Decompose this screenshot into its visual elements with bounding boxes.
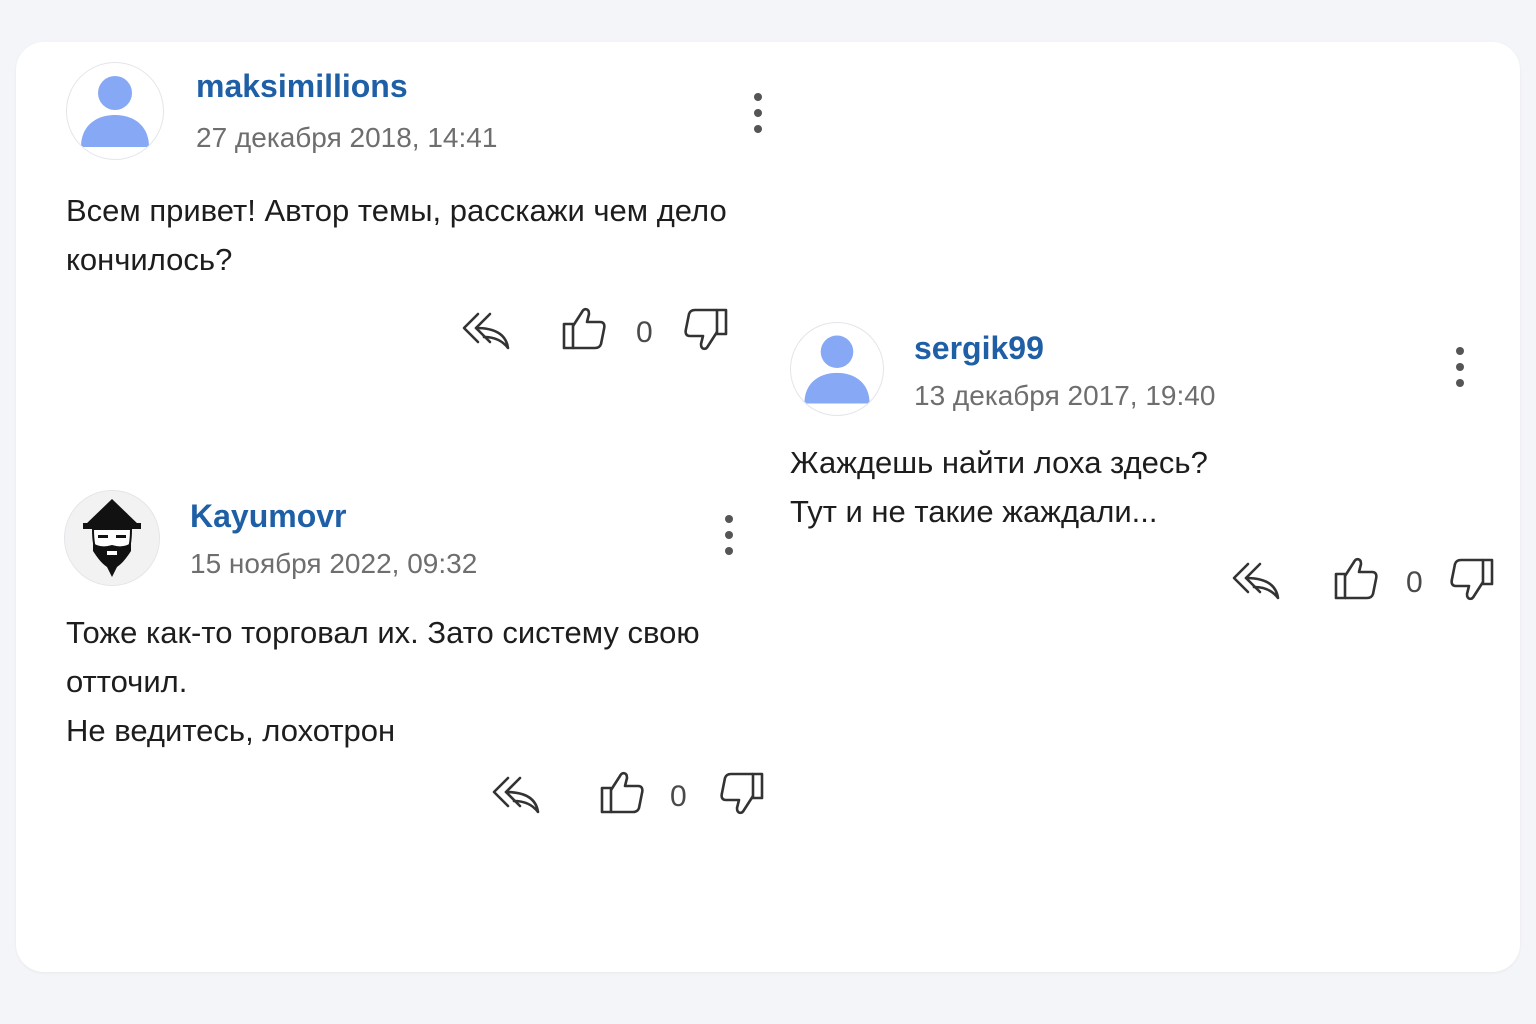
user-avatar[interactable] [790, 322, 884, 416]
more-vertical-icon [725, 515, 733, 555]
comment-actions: 0 [1232, 554, 1512, 610]
comment-actions: 0 [492, 768, 772, 824]
bearded-man-hat-avatar-icon [65, 491, 159, 585]
comment-text: Жаждешь найти лоха здесь? Тут и не такие… [790, 438, 1208, 536]
user-avatar[interactable] [64, 490, 160, 586]
thumbs-down-icon [720, 772, 764, 815]
more-vertical-icon [1456, 347, 1464, 387]
more-menu-button[interactable] [717, 512, 741, 560]
reply-button[interactable] [492, 772, 542, 816]
thumbs-down-icon [1450, 558, 1494, 601]
comment-line: Не ведитесь, лохотрон [66, 713, 396, 748]
comment-date: 15 ноября 2022, 09:32 [190, 548, 478, 579]
user-avatar[interactable] [66, 62, 164, 160]
reply-button[interactable] [1232, 558, 1282, 602]
more-menu-button[interactable] [1448, 344, 1472, 392]
username[interactable]: Kayumovr [190, 498, 347, 535]
comment-line: Тоже как-то торговал их. Зато систему св… [66, 615, 700, 650]
more-vertical-icon [754, 93, 762, 133]
like-count: 0 [636, 316, 653, 349]
comment-text: Всем привет! Автор темы, расскажи чем де… [66, 186, 727, 284]
reply-icon [492, 776, 540, 814]
more-menu-button[interactable] [746, 90, 770, 138]
comment-line: кончилось? [66, 242, 233, 277]
comment-line: Жаждешь найти лоха здесь? [790, 445, 1208, 480]
comment-line: Всем привет! Автор темы, расскажи чем де… [66, 193, 727, 228]
username[interactable]: maksimillions [196, 68, 408, 105]
comment-line: отточил. [66, 664, 188, 699]
username[interactable]: sergik99 [914, 330, 1044, 367]
comment-date: 27 декабря 2018, 14:41 [196, 122, 498, 153]
thumbs-up-icon [1334, 557, 1378, 600]
default-avatar-icon [81, 76, 149, 147]
like-button[interactable] [560, 304, 608, 352]
dislike-button[interactable] [682, 306, 730, 354]
comment-line: Тут и не такие жаждали... [790, 494, 1158, 529]
comment-actions: 0 [462, 304, 742, 360]
reply-button[interactable] [462, 308, 512, 352]
default-avatar-icon [804, 335, 870, 404]
reply-icon [1232, 562, 1280, 600]
comment-date: 13 декабря 2017, 19:40 [914, 380, 1216, 411]
like-button[interactable] [1332, 554, 1380, 602]
thumbs-up-icon [562, 307, 606, 350]
like-count: 0 [1406, 566, 1423, 599]
dislike-button[interactable] [1448, 556, 1496, 604]
thumbs-down-icon [684, 308, 728, 351]
dislike-button[interactable] [718, 770, 766, 818]
comment-text: Тоже как-то торговал их. Зато систему св… [66, 608, 700, 755]
like-count: 0 [670, 780, 687, 813]
reply-icon [462, 312, 510, 350]
thumbs-up-icon [600, 771, 644, 814]
like-button[interactable] [598, 768, 646, 816]
